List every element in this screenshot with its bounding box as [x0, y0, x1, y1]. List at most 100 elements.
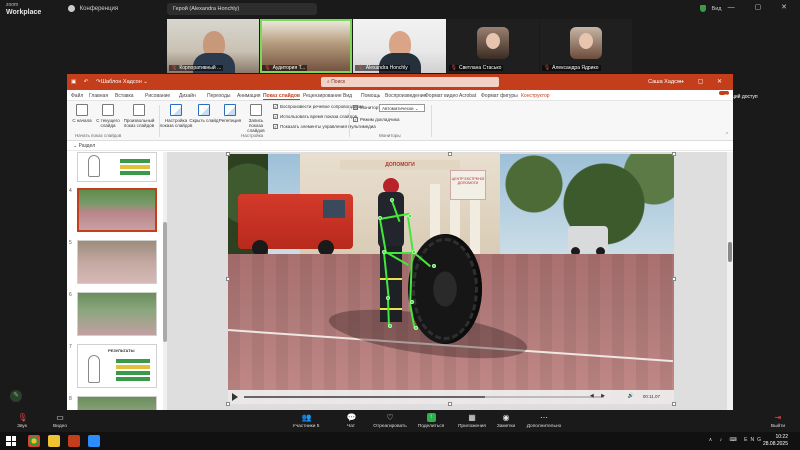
slide-thumbnail[interactable]: [77, 396, 157, 410]
participant-tile[interactable]: 🎙 Александра Ядрико: [539, 19, 633, 73]
canvas-scrollbar[interactable]: [727, 152, 733, 410]
heart-icon: ♡: [386, 413, 394, 422]
slide-video[interactable]: ДОПОМОГИ ЦЕНТР ЕКСТРЕНОЇ ДОПОМОГИ ◀ ▶ 00…: [228, 154, 674, 404]
menu-insert[interactable]: Вставка: [115, 93, 134, 99]
window-controls[interactable]: — ▢ ✕: [728, 3, 796, 11]
participant-tile[interactable]: 🎙 Светлана Стасько: [446, 19, 539, 73]
slide-thumbnail[interactable]: [77, 240, 157, 284]
share-screen-button[interactable]: ↑ Поделиться: [411, 413, 451, 429]
slide-thumbnail-selected[interactable]: [77, 188, 157, 232]
monitor-select[interactable]: Автоматически ⌄: [379, 104, 425, 112]
skip-icons[interactable]: ◀ ▶: [590, 393, 608, 399]
from-current-button[interactable]: С текущего слайда: [93, 104, 123, 128]
presenter-view-checkbox[interactable]: ✓ Режим докладчика: [353, 117, 399, 123]
slide-number: 5: [69, 240, 72, 246]
video-button[interactable]: ▭ Видео: [40, 413, 80, 429]
tire: [408, 234, 482, 344]
system-tray[interactable]: ∧ ♪ ⌨ ENG: [709, 437, 764, 443]
resize-handle[interactable]: [226, 402, 230, 406]
resize-handle[interactable]: [226, 277, 230, 281]
record-icon: [250, 104, 262, 116]
zoom-logo: zoom Workplace: [6, 2, 42, 16]
leave-button[interactable]: ⇥ Выйти: [758, 413, 798, 429]
participant-tile[interactable]: 🎙 Alexandra Honchly: [353, 19, 446, 73]
play-icon[interactable]: [232, 393, 238, 401]
search-box[interactable]: ⌕ Поиск: [321, 77, 499, 87]
zoom-app-icon[interactable]: [88, 435, 100, 447]
share-label: Общий доступ: [724, 94, 758, 100]
mic-muted-icon: 🎙: [171, 65, 178, 71]
windows-start-icon[interactable]: [6, 436, 16, 446]
chat-icon: 💬: [346, 413, 357, 422]
menu-view[interactable]: Вид: [343, 93, 352, 99]
resize-handle[interactable]: [672, 402, 676, 406]
menu-home[interactable]: Главная: [89, 93, 108, 99]
participant-name: Александра Ядрико: [552, 65, 599, 71]
share-button[interactable]: Общий доступ: [719, 91, 758, 100]
building-plaque: ЦЕНТР ЕКСТРЕНОЇ ДОПОМОГИ: [450, 170, 486, 200]
audio-button[interactable]: 🎙 Звук: [2, 413, 42, 429]
timings-checkbox[interactable]: ✓ Использовать время показа слайдов: [273, 114, 357, 120]
quick-access-icons[interactable]: ▣ ↶ ↷: [71, 79, 103, 85]
record-button[interactable]: Запись показа слайдов: [241, 104, 271, 133]
group-start-show: Начать показ слайдов: [75, 133, 122, 138]
menu-review[interactable]: Рецензирование: [303, 93, 342, 99]
menu-acrobat[interactable]: Acrobat: [459, 93, 476, 99]
slide-thumbnail[interactable]: РЕЗУЛЬТАТЫ: [77, 344, 157, 388]
slide-thumbnail[interactable]: [77, 152, 157, 182]
chat-button[interactable]: 💬 Чат: [331, 413, 371, 429]
mic-muted-icon: 🎙: [450, 65, 457, 71]
menu-slideshow[interactable]: Показ слайдов: [263, 93, 300, 100]
settings-icon: [68, 5, 75, 12]
menu-design[interactable]: Дизайн: [179, 93, 196, 99]
share-screen-icon: ↑: [426, 413, 436, 422]
menu-animation[interactable]: Анимация: [237, 93, 260, 99]
annotate-icon[interactable]: ✎: [10, 390, 22, 402]
mic-muted-icon: 🎙: [17, 413, 28, 422]
folder-icon[interactable]: [48, 435, 60, 447]
react-button[interactable]: ♡ Отреагировать: [370, 413, 410, 429]
participant-tile-active[interactable]: 🎙 Аудитория Т...: [260, 19, 353, 73]
resize-handle[interactable]: [672, 277, 676, 281]
view-button[interactable]: Вид: [700, 5, 721, 12]
participant-tile[interactable]: 🎙 Корпоративный ...: [167, 19, 260, 73]
shield-icon: [700, 5, 706, 12]
menu-designer[interactable]: Конструктор: [521, 93, 550, 99]
leave-icon: ⇥: [774, 413, 782, 422]
narration-checkbox[interactable]: ✓ Воспроизвести речевое сопровождение: [273, 104, 364, 110]
menu-transitions[interactable]: Переходы: [207, 93, 230, 99]
video-seek-bar[interactable]: [244, 396, 604, 398]
powerpoint-window: ▣ ↶ ↷ Шаблон Хадсон ⌄ ⌕ Поиск Саша Хадсо…: [67, 74, 758, 410]
slide-thumbnails: 4 5 6 7 РЕЗУЛЬТАТЫ 8: [67, 152, 163, 410]
powerpoint-icon[interactable]: [68, 435, 80, 447]
conference-menu[interactable]: Конференция: [68, 5, 118, 12]
setup-show-button[interactable]: Настройка показа слайдов: [159, 104, 193, 128]
menu-shape-format[interactable]: Формат фигуры: [481, 93, 518, 99]
ppt-window-controls[interactable]: — ▢ ✕: [678, 78, 728, 85]
file-name[interactable]: Шаблон Хадсон ⌄: [101, 79, 148, 85]
chrome-icon[interactable]: [28, 435, 40, 447]
section-bar[interactable]: ⌄ Раздел: [67, 141, 733, 151]
menu-draw[interactable]: Рисование: [145, 93, 170, 99]
participants-button[interactable]: 👥 Участники 5: [286, 413, 326, 429]
menu-playback[interactable]: Воспроизведение: [385, 93, 426, 99]
custom-show-button[interactable]: Произвольный показ слайдов: [121, 104, 157, 128]
monitor-icon: ▭: [353, 105, 358, 111]
menu-video-format[interactable]: Формат видео: [425, 93, 458, 99]
media-controls-checkbox[interactable]: ✓ Показать элементы управления мультимеди…: [273, 124, 376, 130]
resize-handle[interactable]: [448, 152, 452, 156]
clock[interactable]: 10:22 28.08.2025: [763, 434, 788, 448]
active-speaker-pill[interactable]: Герой (Alexandra Honchly): [167, 3, 317, 15]
resize-handle[interactable]: [672, 152, 676, 156]
resize-handle[interactable]: [448, 402, 452, 406]
menu-file[interactable]: Файл: [71, 93, 83, 99]
resize-handle[interactable]: [226, 152, 230, 156]
slide-thumbnail[interactable]: [77, 292, 157, 336]
more-button[interactable]: ⋯ Дополнительно: [524, 413, 564, 429]
ribbon-collapse-icon[interactable]: ⌃: [725, 132, 729, 138]
conference-label: Конференция: [79, 6, 119, 13]
volume-icon[interactable]: 🔊: [628, 393, 634, 399]
participant-name: Alexandra Honchly: [365, 65, 408, 71]
menu-help[interactable]: Помощь: [361, 93, 380, 99]
notes-button[interactable]: ◉ Заметки: [486, 413, 526, 429]
